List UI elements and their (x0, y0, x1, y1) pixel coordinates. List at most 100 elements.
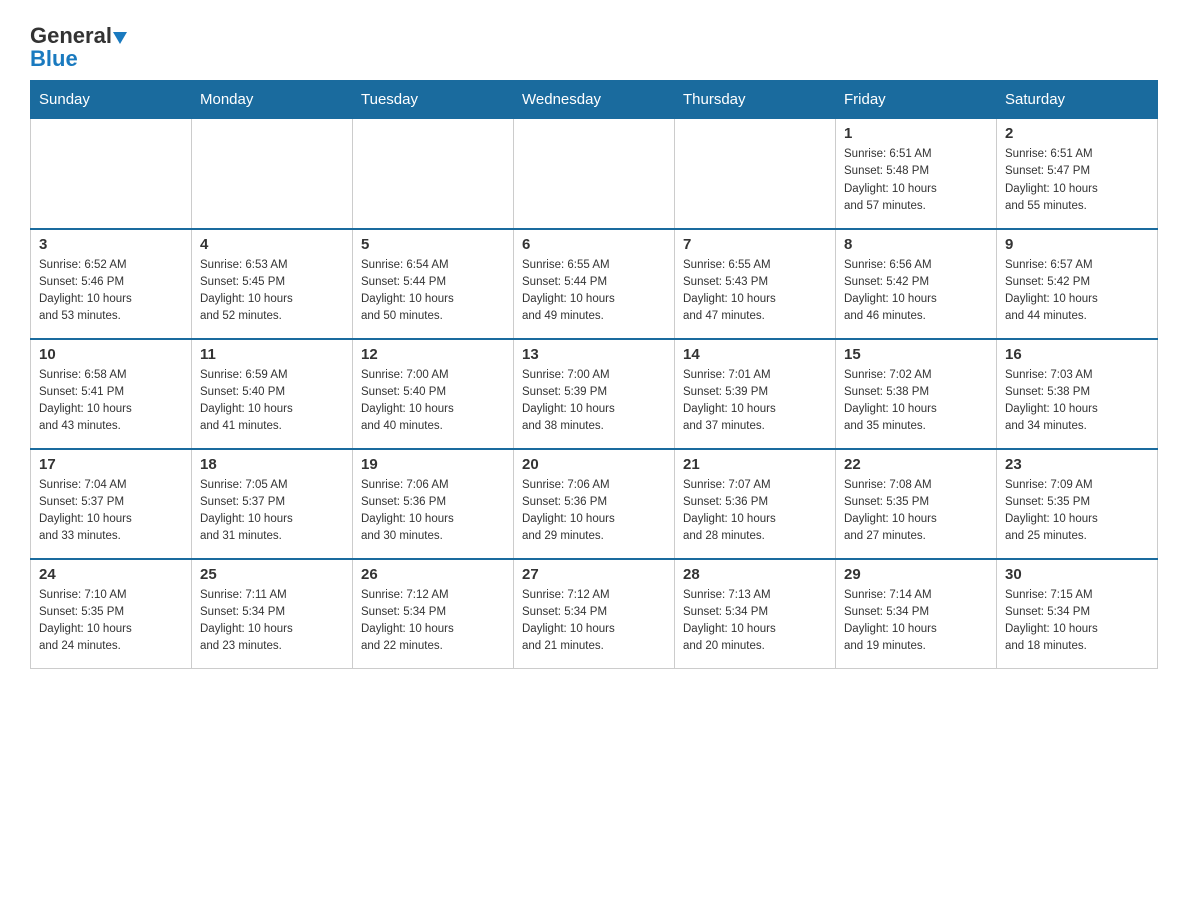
day-info: Sunrise: 7:00 AM Sunset: 5:39 PM Dayligh… (522, 367, 666, 436)
calendar-cell: 19 Sunrise: 7:06 AM Sunset: 5:36 PM Dayli… (353, 449, 514, 559)
day-number: 26 (361, 566, 505, 583)
calendar-cell (514, 119, 675, 229)
calendar-cell (192, 119, 353, 229)
calendar-cell: 13 Sunrise: 7:00 AM Sunset: 5:39 PM Dayli… (514, 339, 675, 449)
day-info: Sunrise: 6:56 AM Sunset: 5:42 PM Dayligh… (844, 257, 988, 326)
calendar-cell: 17 Sunrise: 7:04 AM Sunset: 5:37 PM Dayli… (31, 449, 192, 559)
calendar-cell: 15 Sunrise: 7:02 AM Sunset: 5:38 PM Dayli… (836, 339, 997, 449)
calendar-header-friday: Friday (836, 81, 997, 119)
calendar-cell: 10Sunrise: 6:58 AM Sunset: 5:41 PM Dayli… (31, 339, 192, 449)
calendar-cell: 27 Sunrise: 7:12 AM Sunset: 5:34 PM Dayli… (514, 559, 675, 669)
calendar-week-2: 3 Sunrise: 6:52 AM Sunset: 5:46 PM Daylig… (31, 229, 1158, 339)
day-number: 22 (844, 456, 988, 473)
calendar-cell: 12 Sunrise: 7:00 AM Sunset: 5:40 PM Dayli… (353, 339, 514, 449)
day-number: 19 (361, 456, 505, 473)
day-number: 5 (361, 236, 505, 253)
day-info: Sunrise: 6:52 AM Sunset: 5:46 PM Dayligh… (39, 257, 183, 326)
calendar-cell: 8 Sunrise: 6:56 AM Sunset: 5:42 PM Daylig… (836, 229, 997, 339)
day-number: 30 (1005, 566, 1149, 583)
calendar-header-row: SundayMondayTuesdayWednesdayThursdayFrid… (31, 81, 1158, 119)
day-number: 17 (39, 456, 183, 473)
day-number: 14 (683, 346, 827, 363)
calendar-cell: 5 Sunrise: 6:54 AM Sunset: 5:44 PM Daylig… (353, 229, 514, 339)
calendar-week-4: 17 Sunrise: 7:04 AM Sunset: 5:37 PM Dayli… (31, 449, 1158, 559)
calendar-cell: 16 Sunrise: 7:03 AM Sunset: 5:38 PM Dayli… (997, 339, 1158, 449)
calendar-header-wednesday: Wednesday (514, 81, 675, 119)
calendar-cell: 6 Sunrise: 6:55 AM Sunset: 5:44 PM Daylig… (514, 229, 675, 339)
calendar-header-tuesday: Tuesday (353, 81, 514, 119)
day-info: Sunrise: 7:08 AM Sunset: 5:35 PM Dayligh… (844, 477, 988, 546)
calendar-cell: 9 Sunrise: 6:57 AM Sunset: 5:42 PM Daylig… (997, 229, 1158, 339)
logo: General Blue (30, 20, 127, 70)
day-number: 1 (844, 125, 988, 142)
day-info: Sunrise: 7:12 AM Sunset: 5:34 PM Dayligh… (522, 587, 666, 656)
calendar-header-thursday: Thursday (675, 81, 836, 119)
calendar-week-5: 24 Sunrise: 7:10 AM Sunset: 5:35 PM Dayli… (31, 559, 1158, 669)
calendar-cell: 23 Sunrise: 7:09 AM Sunset: 5:35 PM Dayli… (997, 449, 1158, 559)
calendar-header-monday: Monday (192, 81, 353, 119)
day-info: Sunrise: 6:51 AM Sunset: 5:47 PM Dayligh… (1005, 146, 1149, 215)
page-header: General Blue (30, 20, 1158, 70)
calendar-week-3: 10Sunrise: 6:58 AM Sunset: 5:41 PM Dayli… (31, 339, 1158, 449)
day-info: Sunrise: 7:09 AM Sunset: 5:35 PM Dayligh… (1005, 477, 1149, 546)
calendar-cell: 25Sunrise: 7:11 AM Sunset: 5:34 PM Dayli… (192, 559, 353, 669)
calendar-cell (675, 119, 836, 229)
day-info: Sunrise: 6:55 AM Sunset: 5:43 PM Dayligh… (683, 257, 827, 326)
day-number: 9 (1005, 236, 1149, 253)
day-number: 29 (844, 566, 988, 583)
day-number: 4 (200, 236, 344, 253)
calendar-cell: 29 Sunrise: 7:14 AM Sunset: 5:34 PM Dayli… (836, 559, 997, 669)
day-info: Sunrise: 7:02 AM Sunset: 5:38 PM Dayligh… (844, 367, 988, 436)
day-info: Sunrise: 6:58 AM Sunset: 5:41 PM Dayligh… (39, 367, 183, 436)
calendar-cell: 3 Sunrise: 6:52 AM Sunset: 5:46 PM Daylig… (31, 229, 192, 339)
day-info: Sunrise: 6:51 AM Sunset: 5:48 PM Dayligh… (844, 146, 988, 215)
logo-blue-text: Blue (30, 48, 78, 70)
logo-general-text: General (30, 25, 127, 48)
calendar-header-sunday: Sunday (31, 81, 192, 119)
calendar-cell: 26 Sunrise: 7:12 AM Sunset: 5:34 PM Dayli… (353, 559, 514, 669)
day-info: Sunrise: 7:15 AM Sunset: 5:34 PM Dayligh… (1005, 587, 1149, 656)
day-number: 13 (522, 346, 666, 363)
day-info: Sunrise: 7:11 AM Sunset: 5:34 PM Dayligh… (200, 587, 344, 656)
day-number: 23 (1005, 456, 1149, 473)
calendar-cell: 21Sunrise: 7:07 AM Sunset: 5:36 PM Dayli… (675, 449, 836, 559)
day-info: Sunrise: 6:55 AM Sunset: 5:44 PM Dayligh… (522, 257, 666, 326)
day-info: Sunrise: 7:13 AM Sunset: 5:34 PM Dayligh… (683, 587, 827, 656)
day-number: 6 (522, 236, 666, 253)
day-info: Sunrise: 7:06 AM Sunset: 5:36 PM Dayligh… (522, 477, 666, 546)
day-number: 3 (39, 236, 183, 253)
day-info: Sunrise: 7:05 AM Sunset: 5:37 PM Dayligh… (200, 477, 344, 546)
day-info: Sunrise: 7:03 AM Sunset: 5:38 PM Dayligh… (1005, 367, 1149, 436)
day-info: Sunrise: 7:00 AM Sunset: 5:40 PM Dayligh… (361, 367, 505, 436)
day-info: Sunrise: 7:10 AM Sunset: 5:35 PM Dayligh… (39, 587, 183, 656)
day-info: Sunrise: 7:06 AM Sunset: 5:36 PM Dayligh… (361, 477, 505, 546)
day-number: 12 (361, 346, 505, 363)
day-info: Sunrise: 7:01 AM Sunset: 5:39 PM Dayligh… (683, 367, 827, 436)
day-info: Sunrise: 6:54 AM Sunset: 5:44 PM Dayligh… (361, 257, 505, 326)
day-number: 15 (844, 346, 988, 363)
day-info: Sunrise: 6:53 AM Sunset: 5:45 PM Dayligh… (200, 257, 344, 326)
day-number: 21 (683, 456, 827, 473)
calendar-table: SundayMondayTuesdayWednesdayThursdayFrid… (30, 80, 1158, 669)
day-info: Sunrise: 7:12 AM Sunset: 5:34 PM Dayligh… (361, 587, 505, 656)
calendar-cell: 1 Sunrise: 6:51 AM Sunset: 5:48 PM Daylig… (836, 119, 997, 229)
calendar-cell: 7 Sunrise: 6:55 AM Sunset: 5:43 PM Daylig… (675, 229, 836, 339)
calendar-cell: 22 Sunrise: 7:08 AM Sunset: 5:35 PM Dayli… (836, 449, 997, 559)
day-number: 18 (200, 456, 344, 473)
day-number: 28 (683, 566, 827, 583)
day-number: 2 (1005, 125, 1149, 142)
calendar-cell: 14 Sunrise: 7:01 AM Sunset: 5:39 PM Dayli… (675, 339, 836, 449)
calendar-cell: 11Sunrise: 6:59 AM Sunset: 5:40 PM Dayli… (192, 339, 353, 449)
day-info: Sunrise: 7:14 AM Sunset: 5:34 PM Dayligh… (844, 587, 988, 656)
day-info: Sunrise: 6:59 AM Sunset: 5:40 PM Dayligh… (200, 367, 344, 436)
day-number: 16 (1005, 346, 1149, 363)
day-number: 7 (683, 236, 827, 253)
day-info: Sunrise: 7:04 AM Sunset: 5:37 PM Dayligh… (39, 477, 183, 546)
day-number: 8 (844, 236, 988, 253)
calendar-header-saturday: Saturday (997, 81, 1158, 119)
day-info: Sunrise: 6:57 AM Sunset: 5:42 PM Dayligh… (1005, 257, 1149, 326)
calendar-cell: 4 Sunrise: 6:53 AM Sunset: 5:45 PM Daylig… (192, 229, 353, 339)
day-number: 24 (39, 566, 183, 583)
day-number: 20 (522, 456, 666, 473)
day-number: 27 (522, 566, 666, 583)
